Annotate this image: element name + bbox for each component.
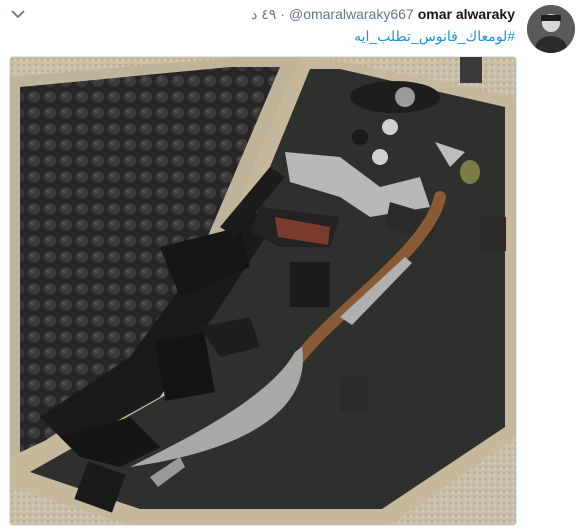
tweet-timestamp[interactable]: ٤٩ د (251, 6, 276, 23)
avatar[interactable] (527, 5, 575, 53)
chevron-down-icon[interactable] (10, 8, 26, 20)
user-handle[interactable]: @omaralwaraky667 (289, 6, 414, 22)
hashtag-link[interactable]: #لومعاك_فانوس_تطلب_ايه (354, 28, 515, 45)
display-name[interactable]: omar alwaraky (418, 6, 515, 22)
separator-dot: · (280, 6, 285, 22)
tweet-media-image[interactable] (9, 56, 517, 526)
tweet-header: omar alwaraky @omaralwaraky667 · ٤٩ د (251, 6, 515, 23)
tweet: omar alwaraky @omaralwaraky667 · ٤٩ د #ل… (0, 0, 585, 531)
